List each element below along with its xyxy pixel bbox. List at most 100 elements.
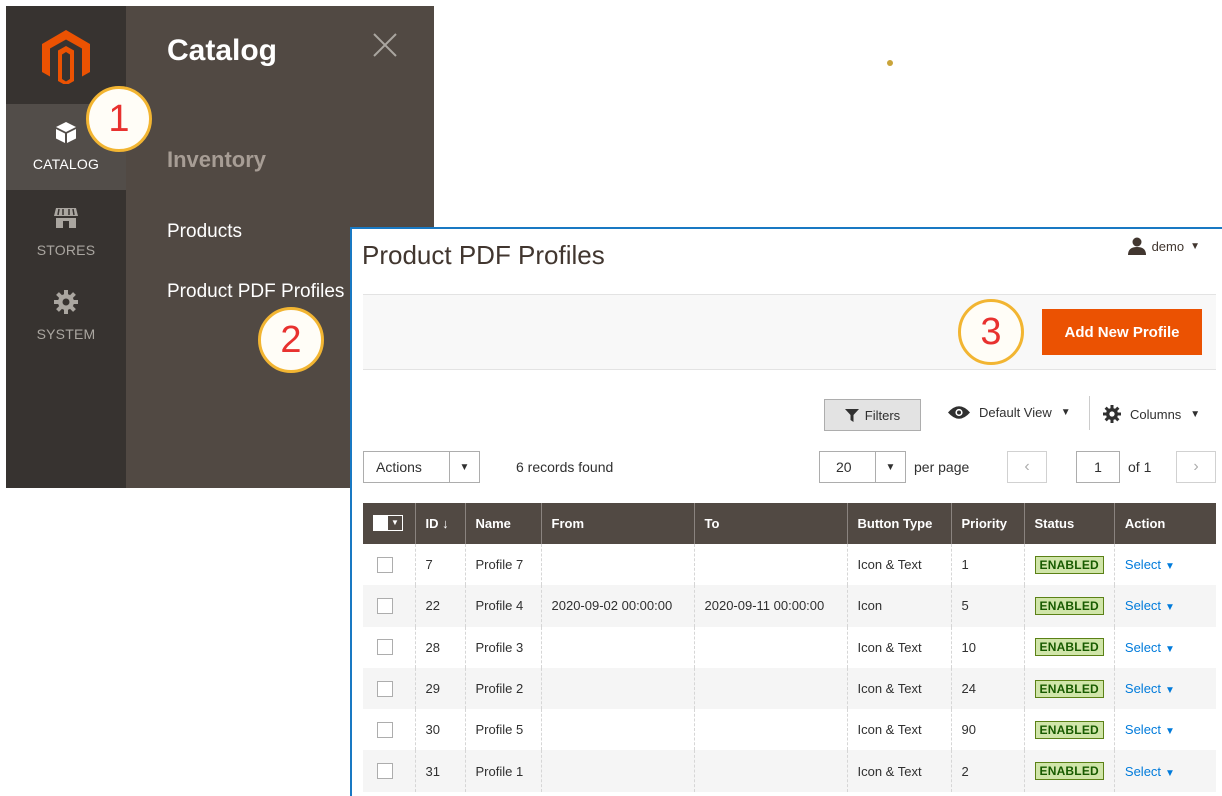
mass-select-header[interactable]: ▼ <box>363 503 416 544</box>
nav-item-stores[interactable]: STORES <box>6 190 126 276</box>
table-row[interactable]: 22 Profile 4 2020-09-02 00:00:00 2020-09-11… <box>363 585 1216 627</box>
chevron-down-icon: ▼ <box>1165 726 1175 738</box>
row-select-cell <box>363 667 416 710</box>
row-action-select[interactable]: Select ▼ <box>1125 681 1175 696</box>
table-row[interactable]: 7 Profile 7 Icon & Text 1 ENABLED Select ▼ <box>363 544 1216 586</box>
cell-name: Profile 4 <box>465 585 542 627</box>
column-header-id[interactable]: ID ↓ <box>415 503 466 544</box>
cell-from <box>541 709 695 751</box>
column-header-name[interactable]: Name <box>465 503 542 544</box>
row-select-cell <box>363 626 416 668</box>
row-action-select[interactable]: Select ▼ <box>1125 764 1175 779</box>
per-page-label: per page <box>914 459 970 475</box>
add-new-profile-button[interactable]: Add New Profile <box>1042 309 1202 355</box>
cell-status: ENABLED <box>1024 709 1115 751</box>
column-header-action: Action <box>1114 503 1216 544</box>
cell-status: ENABLED <box>1024 626 1115 668</box>
cell-to <box>694 544 848 586</box>
cell-name: Profile 5 <box>465 709 542 751</box>
menu-item-products[interactable]: Products <box>167 221 242 243</box>
chevron-down-icon: ▼ <box>388 515 402 530</box>
user-account-menu[interactable]: demo ▼ <box>1127 237 1200 255</box>
cell-action: Select ▼ <box>1114 667 1216 710</box>
view-switcher-label: Default View <box>979 405 1052 420</box>
user-name: demo <box>1151 238 1185 254</box>
gear-icon <box>6 290 126 314</box>
row-action-select[interactable]: Select ▼ <box>1125 598 1175 613</box>
row-checkbox[interactable] <box>377 680 393 697</box>
cell-name: Profile 3 <box>465 626 542 668</box>
status-badge: ENABLED <box>1034 596 1104 615</box>
row-action-label: Select <box>1124 557 1162 573</box>
status-badge: ENABLED <box>1034 720 1104 739</box>
filters-button[interactable]: Filters <box>824 399 921 431</box>
chevron-down-icon: ▼ <box>1165 767 1175 779</box>
previous-page-button[interactable]: ‹ <box>1007 451 1047 483</box>
cell-button-type: Icon & Text <box>847 667 952 710</box>
row-select-cell <box>363 709 416 751</box>
column-header-from[interactable]: From <box>541 503 695 544</box>
column-header-button-type[interactable]: Button Type <box>847 503 952 544</box>
gear-icon <box>1103 405 1121 423</box>
table-row[interactable]: 31 Profile 1 Icon & Text 2 ENABLED Select ▼ <box>363 750 1216 792</box>
per-page-value: 20 <box>836 459 852 475</box>
cell-priority: 1 <box>951 544 1025 586</box>
cell-priority: 5 <box>951 585 1025 627</box>
column-header-status[interactable]: Status <box>1024 503 1115 544</box>
cell-id: 22 <box>415 585 466 627</box>
column-header-priority[interactable]: Priority <box>951 503 1025 544</box>
close-icon[interactable] <box>372 32 398 58</box>
row-select-cell <box>363 750 416 792</box>
columns-control[interactable]: Columns ▼ <box>1103 405 1200 423</box>
cell-to <box>694 750 848 792</box>
nav-item-system[interactable]: SYSTEM <box>6 274 126 360</box>
chevron-down-icon: ▼ <box>1165 685 1175 697</box>
filters-label: Filters <box>864 407 901 423</box>
cell-action: Select ▼ <box>1114 544 1216 585</box>
chevron-down-icon: ▼ <box>1190 408 1201 420</box>
next-page-button[interactable]: › <box>1176 451 1216 483</box>
current-page-input[interactable] <box>1076 451 1120 483</box>
row-checkbox[interactable] <box>377 597 393 614</box>
row-action-select[interactable]: Select ▼ <box>1125 722 1175 737</box>
view-switcher[interactable]: Default View ▼ <box>948 405 1071 420</box>
table-row[interactable]: 30 Profile 5 Icon & Text 90 ENABLED Select ▼ <box>363 709 1216 751</box>
row-checkbox[interactable] <box>377 556 393 573</box>
magento-logo-icon <box>42 30 90 84</box>
mass-select-control[interactable]: ▼ <box>373 514 403 531</box>
row-action-label: Select <box>1124 639 1162 655</box>
row-checkbox[interactable] <box>377 721 393 738</box>
row-action-select[interactable]: Select ▼ <box>1125 557 1175 572</box>
cell-to <box>694 667 848 710</box>
mass-actions-label: Actions <box>376 459 422 475</box>
cell-from <box>541 750 695 792</box>
per-page-select[interactable]: 20 ▼ <box>819 451 906 483</box>
admin-sidebar: CATALOG STORES SYSTEM <box>6 6 126 488</box>
mass-actions-select[interactable]: Actions ▼ <box>363 451 480 483</box>
menu-title: Catalog <box>167 34 278 67</box>
cell-to <box>694 626 848 668</box>
columns-label: Columns <box>1130 406 1182 422</box>
cell-action: Select ▼ <box>1114 709 1216 750</box>
row-action-select[interactable]: Select ▼ <box>1125 640 1175 655</box>
chevron-down-icon: ▼ <box>875 452 905 482</box>
row-action-label: Select <box>1124 598 1162 614</box>
status-badge: ENABLED <box>1034 679 1104 698</box>
row-checkbox[interactable] <box>377 639 393 656</box>
menu-item-product-pdf-profiles[interactable]: Product PDF Profiles <box>167 281 344 303</box>
cell-name: Profile 1 <box>465 750 542 792</box>
chevron-down-icon: ▼ <box>1165 602 1175 614</box>
cell-id: 28 <box>415 626 466 668</box>
status-badge: ENABLED <box>1034 555 1104 574</box>
page-total: of 1 <box>1128 459 1152 475</box>
cell-button-type: Icon & Text <box>847 626 952 668</box>
step-callout-2: 2 <box>258 307 324 373</box>
chevron-left-icon: ‹ <box>1024 458 1030 475</box>
table-row[interactable]: 29 Profile 2 Icon & Text 24 ENABLED Select ▼ <box>363 667 1216 710</box>
cell-id: 7 <box>415 544 466 586</box>
table-row[interactable]: 28 Profile 3 Icon & Text 10 ENABLED Select ▼ <box>363 626 1216 668</box>
column-header-to[interactable]: To <box>694 503 848 544</box>
cell-priority: 10 <box>951 626 1025 668</box>
cell-name: Profile 7 <box>465 544 542 586</box>
row-checkbox[interactable] <box>377 763 393 780</box>
